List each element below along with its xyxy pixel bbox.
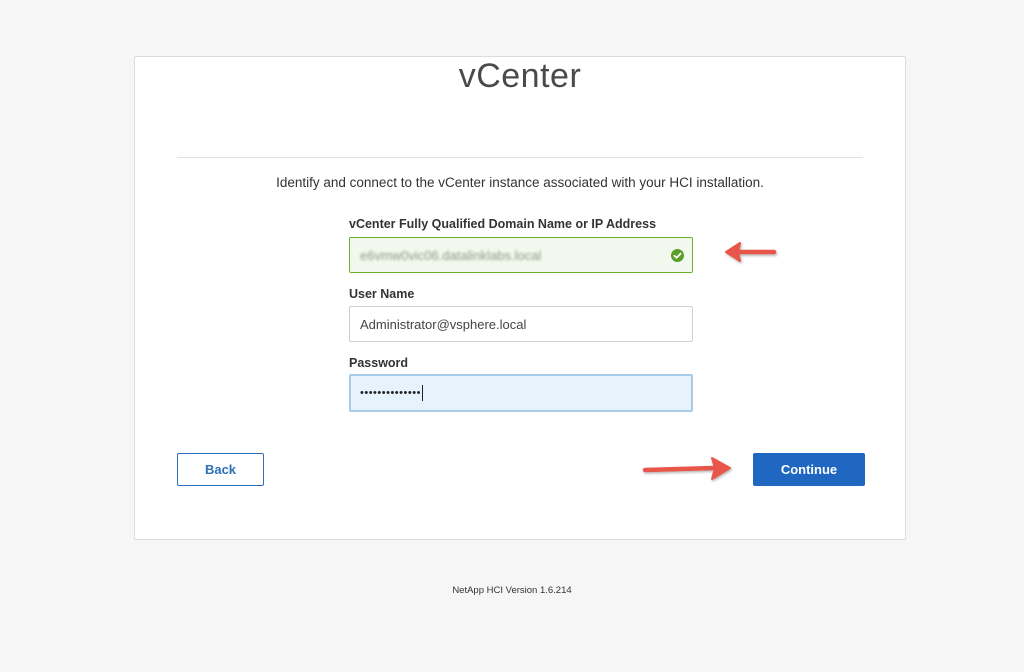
text-caret — [421, 385, 423, 401]
username-input[interactable]: Administrator@vsphere.local — [349, 306, 693, 342]
version-footer: NetApp HCI Version 1.6.214 — [452, 585, 572, 596]
password-value: •••••••••••••• — [360, 387, 421, 399]
annotation-arrow-left-icon — [725, 242, 777, 262]
back-button[interactable]: Back — [177, 453, 264, 486]
password-label: Password — [349, 356, 409, 370]
page-subtitle: Identify and connect to the vCenter inst… — [276, 175, 764, 190]
title-divider — [177, 157, 863, 158]
annotation-arrow-right-icon — [642, 457, 731, 480]
continue-button[interactable]: Continue — [753, 453, 865, 486]
username-value: Administrator@vsphere.local — [360, 316, 527, 332]
check-circle-icon — [671, 249, 684, 262]
vcenter-card: vCenter Identify and connect to the vCen… — [134, 56, 906, 540]
fqdn-label: vCenter Fully Qualified Domain Name or I… — [349, 217, 657, 231]
password-input[interactable]: •••••••••••••• — [349, 374, 693, 412]
username-label: User Name — [349, 287, 415, 301]
page-title: vCenter — [458, 57, 582, 95]
fqdn-value: e6vmw0vic06.datalinklabs.local — [360, 247, 542, 263]
fqdn-input[interactable]: e6vmw0vic06.datalinklabs.local — [349, 237, 693, 273]
